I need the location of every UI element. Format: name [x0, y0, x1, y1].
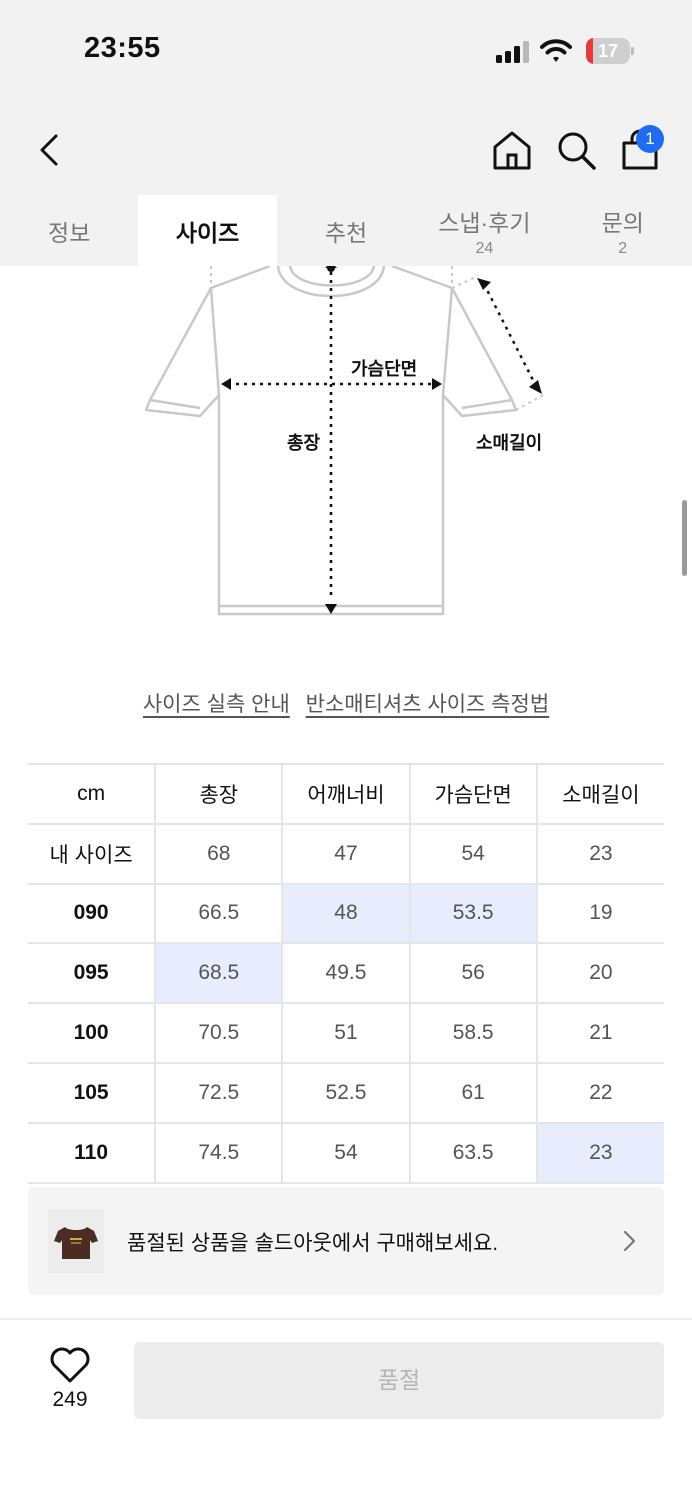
tab-bar: 정보 사이즈 추천 스냅·후기 24 문의 2	[0, 195, 692, 266]
table-cell: 74.5	[154, 1122, 283, 1184]
home-icon[interactable]	[490, 128, 534, 172]
table-header-cell: 어깨너비	[281, 763, 410, 825]
table-header-cell: 총장	[154, 763, 283, 825]
table-row-header: 110	[28, 1122, 156, 1184]
tab-label: 문의	[601, 209, 644, 236]
table-cell: 70.5	[154, 1003, 283, 1064]
table-row: 100 70.5 51 58.5 21	[28, 1003, 664, 1064]
table-header-cell: cm	[28, 763, 156, 825]
soldout-banner-text: 품절된 상품을 솔드아웃에서 구매해보세요.	[127, 1232, 499, 1255]
tab-recommend[interactable]: 추천	[277, 195, 415, 266]
battery-icon: 17	[586, 38, 634, 64]
tab-count: 24	[475, 239, 494, 257]
search-icon[interactable]	[554, 128, 598, 172]
like-count: 249	[52, 1388, 88, 1411]
heart-icon[interactable]	[48, 1345, 92, 1385]
nav-header	[0, 100, 692, 195]
table-cell: 63.5	[408, 1122, 537, 1184]
tshirt-illustration	[144, 262, 546, 616]
tab-size[interactable]: 사이즈	[138, 195, 277, 266]
tab-count: 2	[618, 239, 628, 257]
table-cell-highlighted: 23	[535, 1122, 664, 1184]
chevron-left-icon[interactable]	[30, 130, 70, 170]
size-guide-link[interactable]: 사이즈 실측 안내	[143, 693, 290, 716]
table-cell: 52.5	[281, 1062, 410, 1124]
tab-info[interactable]: 정보	[0, 195, 138, 266]
divider	[0, 1318, 692, 1320]
chest-label: 가슴단면	[351, 359, 418, 379]
table-row: 095 68.5 49.5 56 20	[28, 943, 664, 1005]
table-cell: 66.5	[154, 883, 283, 945]
table-row-header: 090	[28, 883, 156, 945]
table-cell: 54	[408, 823, 537, 885]
wifi-icon	[540, 39, 572, 62]
table-cell-highlighted: 48	[281, 883, 410, 945]
soldout-button[interactable]: 품절	[134, 1342, 664, 1419]
chevron-right-icon	[623, 1230, 636, 1252]
table-cell: 23	[535, 823, 664, 885]
table-cell: 21	[535, 1003, 664, 1064]
size-table: cm 총장 어깨너비 가슴단면 소매길이 내 사이즈 68 47 54 23 0…	[28, 763, 664, 1184]
table-row: 110 74.5 54 63.5 23	[28, 1122, 664, 1184]
tab-label: 추천	[324, 219, 368, 246]
table-header-row: cm 총장 어깨너비 가슴단면 소매길이	[28, 763, 664, 825]
table-row: 내 사이즈 68 47 54 23	[28, 823, 664, 885]
cart-badge: 1	[636, 125, 664, 153]
table-cell-highlighted: 68.5	[154, 943, 283, 1005]
table-cell: 58.5	[408, 1003, 537, 1064]
measure-method-link[interactable]: 반소매티셔츠 사이즈 측정법	[306, 693, 550, 716]
table-cell: 72.5	[154, 1062, 283, 1124]
table-cell: 19	[535, 883, 664, 945]
table-row-header: 105	[28, 1062, 156, 1124]
table-row: 090 66.5 48 53.5 19	[28, 883, 664, 945]
table-row: 105 72.5 52.5 61 22	[28, 1062, 664, 1124]
table-header-cell: 가슴단면	[408, 763, 537, 825]
cellular-signal-icon	[496, 41, 529, 63]
table-header-cell: 소매길이	[535, 763, 664, 825]
tab-label: 사이즈	[175, 219, 240, 246]
size-diagram: 가슴단면 총장 소매길이	[0, 262, 692, 636]
sleeve-label: 소매길이	[476, 433, 543, 453]
tab-snap-review[interactable]: 스냅·후기 24	[415, 195, 553, 266]
tab-label: 스냅·후기	[438, 209, 531, 236]
product-thumbnail	[48, 1209, 104, 1273]
table-cell: 22	[535, 1062, 664, 1124]
table-cell: 51	[281, 1003, 410, 1064]
table-row-header: 내 사이즈	[28, 823, 156, 885]
size-guide-links: 사이즈 실측 안내 반소매티셔츠 사이즈 측정법	[0, 688, 692, 718]
table-row-header: 095	[28, 943, 156, 1005]
table-cell: 61	[408, 1062, 537, 1124]
tab-label: 정보	[48, 219, 91, 246]
table-cell: 47	[281, 823, 410, 885]
battery-level: 17	[597, 41, 619, 61]
table-cell: 20	[535, 943, 664, 1005]
table-cell: 68	[154, 823, 283, 885]
scrollbar[interactable]	[682, 500, 687, 576]
tab-inquiry[interactable]: 문의 2	[554, 195, 692, 266]
length-label: 총장	[287, 433, 321, 453]
table-cell: 56	[408, 943, 537, 1005]
table-row-header: 100	[28, 1003, 156, 1064]
status-time: 23:55	[84, 32, 161, 64]
table-cell-highlighted: 53.5	[408, 883, 537, 945]
status-bar: 23:55 17	[0, 0, 692, 100]
table-cell: 49.5	[281, 943, 410, 1005]
soldout-resale-banner[interactable]: 품절된 상품을 솔드아웃에서 구매해보세요.	[28, 1187, 664, 1295]
table-cell: 54	[281, 1122, 410, 1184]
